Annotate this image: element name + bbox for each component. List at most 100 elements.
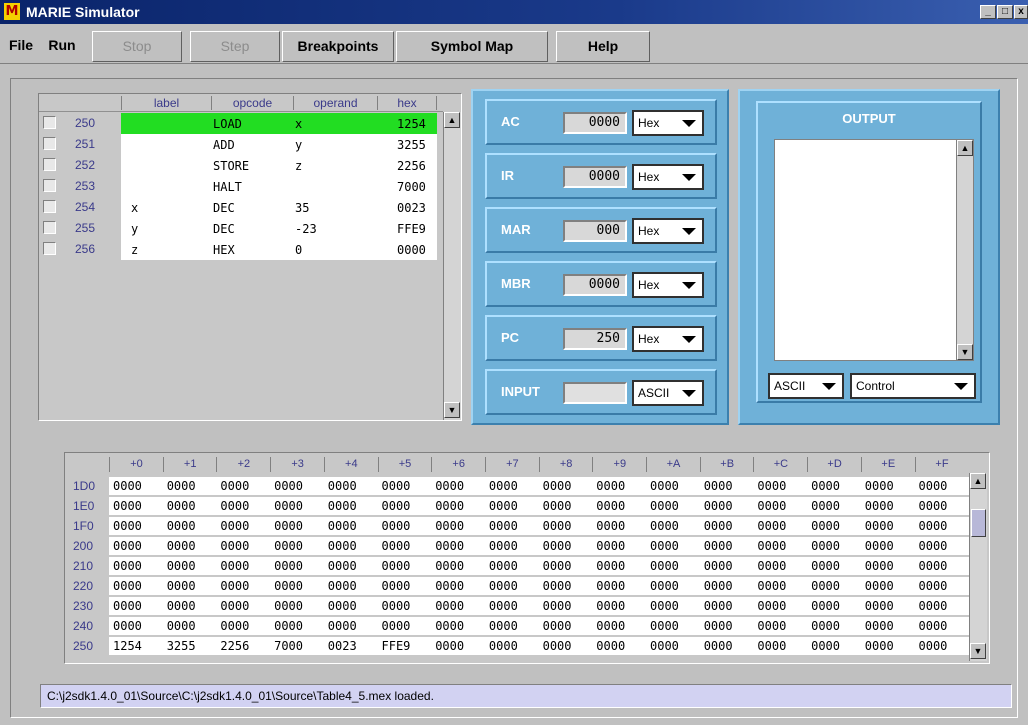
- memory-cell[interactable]: 0000: [113, 579, 142, 593]
- memory-cell[interactable]: 0000: [220, 499, 249, 513]
- memory-cell[interactable]: 1254: [113, 639, 142, 653]
- program-row[interactable]: 256 z HEX 0 0000: [39, 239, 443, 260]
- minimize-button[interactable]: _: [980, 5, 996, 19]
- memory-cell[interactable]: 0000: [435, 479, 464, 493]
- memory-cell[interactable]: 0000: [596, 539, 625, 553]
- memory-column-header[interactable]: +7: [484, 457, 539, 472]
- memory-cell[interactable]: 0000: [435, 519, 464, 533]
- memory-cell[interactable]: 0000: [328, 519, 357, 533]
- memory-cell[interactable]: 0000: [113, 479, 142, 493]
- memory-column-header[interactable]: +E: [860, 457, 915, 472]
- memory-cell[interactable]: 0000: [113, 599, 142, 613]
- memory-cell[interactable]: 0000: [757, 579, 786, 593]
- register-mode-select[interactable]: Hex: [632, 164, 704, 190]
- memory-cell[interactable]: 0000: [167, 559, 196, 573]
- memory-cell[interactable]: 0000: [543, 539, 572, 553]
- memory-cell[interactable]: 0000: [704, 539, 733, 553]
- memory-cell[interactable]: 0000: [220, 559, 249, 573]
- memory-cell[interactable]: 0000: [919, 639, 948, 653]
- memory-cell[interactable]: 0000: [167, 579, 196, 593]
- memory-cell[interactable]: 0000: [596, 499, 625, 513]
- memory-cell[interactable]: 0000: [919, 559, 948, 573]
- memory-cell[interactable]: 0000: [167, 479, 196, 493]
- memory-cell[interactable]: 0000: [489, 519, 518, 533]
- memory-cell[interactable]: 0000: [274, 599, 303, 613]
- memory-cell[interactable]: 0000: [596, 479, 625, 493]
- memory-cell[interactable]: 0000: [167, 599, 196, 613]
- memory-cell[interactable]: 0000: [220, 619, 249, 633]
- memory-cell[interactable]: 0000: [274, 539, 303, 553]
- memory-column-header[interactable]: +9: [592, 457, 646, 472]
- memory-cell[interactable]: 0000: [328, 619, 357, 633]
- memory-cell[interactable]: 0000: [489, 599, 518, 613]
- scroll-up-icon[interactable]: ▲: [444, 112, 460, 128]
- breakpoint-checkbox[interactable]: [43, 221, 56, 234]
- memory-cell[interactable]: 0000: [489, 499, 518, 513]
- memory-cell[interactable]: 0000: [328, 539, 357, 553]
- breakpoint-checkbox[interactable]: [43, 242, 56, 255]
- memory-cell[interactable]: 0000: [811, 519, 840, 533]
- memory-cell[interactable]: 0000: [543, 519, 572, 533]
- memory-cell[interactable]: 0000: [757, 539, 786, 553]
- program-row[interactable]: 254 x DEC 35 0023: [39, 197, 443, 218]
- memory-cell[interactable]: 0000: [543, 639, 572, 653]
- maximize-button[interactable]: □: [997, 5, 1013, 19]
- memory-column-header[interactable]: +5: [377, 457, 432, 472]
- output-textarea[interactable]: [774, 139, 972, 361]
- memory-cell[interactable]: 0000: [811, 639, 840, 653]
- close-button[interactable]: x: [1014, 5, 1028, 19]
- menu-file[interactable]: File: [6, 32, 36, 60]
- memory-column-header[interactable]: +A: [646, 457, 700, 472]
- memory-cell[interactable]: 0000: [650, 499, 679, 513]
- stop-button[interactable]: Stop: [92, 31, 182, 62]
- memory-cell[interactable]: 0000: [865, 559, 894, 573]
- memory-cell[interactable]: 0000: [382, 599, 411, 613]
- scroll-down-icon[interactable]: ▼: [444, 402, 460, 418]
- memory-column-header[interactable]: +D: [807, 457, 861, 472]
- memory-cell[interactable]: 0000: [489, 639, 518, 653]
- memory-column-header[interactable]: +8: [538, 457, 593, 472]
- memory-cell[interactable]: 0000: [704, 599, 733, 613]
- breakpoint-checkbox[interactable]: [43, 158, 56, 171]
- memory-cell[interactable]: 0000: [328, 579, 357, 593]
- memory-cell[interactable]: 0000: [113, 559, 142, 573]
- memory-cell[interactable]: 0000: [596, 599, 625, 613]
- register-value[interactable]: [563, 382, 627, 404]
- memory-column-header[interactable]: +4: [323, 457, 378, 472]
- memory-cell[interactable]: 0000: [650, 539, 679, 553]
- memory-column-header[interactable]: +0: [109, 457, 163, 472]
- memory-cell[interactable]: 0000: [435, 559, 464, 573]
- memory-column-header[interactable]: +B: [699, 457, 754, 472]
- memory-cell[interactable]: 0000: [704, 619, 733, 633]
- memory-cell[interactable]: 0000: [274, 579, 303, 593]
- memory-cell[interactable]: 0000: [596, 579, 625, 593]
- memory-cell[interactable]: 0000: [543, 499, 572, 513]
- memory-cell[interactable]: 0000: [650, 479, 679, 493]
- memory-cell[interactable]: 0000: [435, 579, 464, 593]
- program-scrollbar[interactable]: ▲ ▼: [443, 112, 461, 420]
- output-scroll-down-icon[interactable]: ▼: [957, 344, 973, 360]
- memory-cell[interactable]: 0000: [596, 619, 625, 633]
- memory-cell[interactable]: 2256: [220, 639, 249, 653]
- register-mode-select[interactable]: Hex: [632, 326, 704, 352]
- memory-cell[interactable]: 0000: [865, 539, 894, 553]
- memory-cell[interactable]: 7000: [274, 639, 303, 653]
- header-hex[interactable]: hex: [377, 96, 437, 110]
- breakpoint-checkbox[interactable]: [43, 179, 56, 192]
- memory-cell[interactable]: 0000: [274, 619, 303, 633]
- memory-cell[interactable]: 3255: [167, 639, 196, 653]
- memory-column-header[interactable]: +C: [753, 457, 807, 472]
- memory-cell[interactable]: 0000: [274, 499, 303, 513]
- program-row[interactable]: 250 LOAD x 1254: [39, 113, 443, 134]
- memory-cell[interactable]: 0000: [489, 539, 518, 553]
- memory-cell[interactable]: 0000: [650, 619, 679, 633]
- memory-cell[interactable]: 0000: [704, 479, 733, 493]
- memory-cell[interactable]: 0000: [811, 559, 840, 573]
- register-mode-select[interactable]: Hex: [632, 218, 704, 244]
- memory-scroll-down-icon[interactable]: ▼: [970, 643, 986, 659]
- memory-cell[interactable]: 0000: [167, 519, 196, 533]
- header-label[interactable]: label: [121, 96, 211, 110]
- memory-cell[interactable]: 0000: [704, 499, 733, 513]
- step-button[interactable]: Step: [190, 31, 280, 62]
- symbol-map-button[interactable]: Symbol Map: [396, 31, 548, 62]
